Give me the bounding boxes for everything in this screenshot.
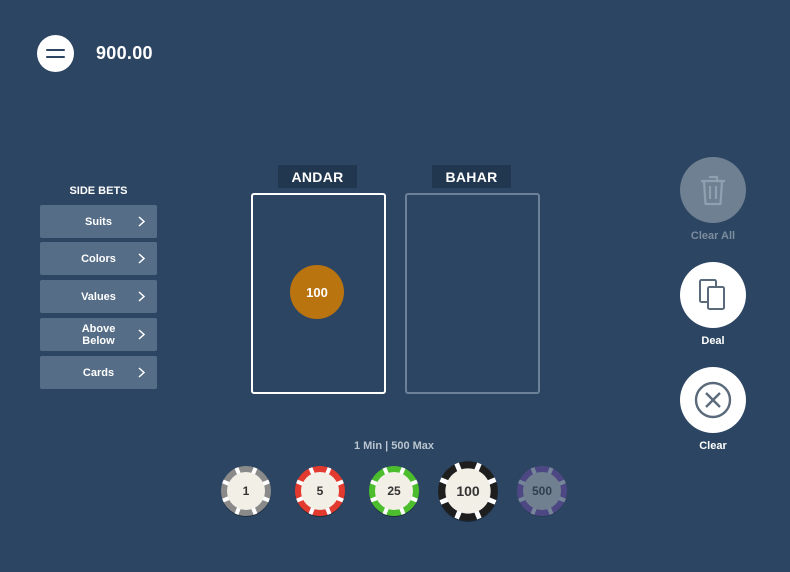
chip-value: 500 [531,484,553,498]
chip-value: 100 [456,483,480,499]
chevron-right-icon [138,253,146,264]
clear-label: Clear [699,440,727,452]
chevron-right-icon [138,216,146,227]
side-bet-suits-button[interactable]: Suits [40,205,157,238]
chip-100-selected[interactable]: 100 [437,460,499,522]
balance-amount: 900.00 [96,43,153,63]
side-bet-above-below-button[interactable]: Above Below [40,318,157,351]
chevron-right-icon [138,367,146,378]
copy-cards-icon [699,279,725,310]
side-bet-values-button[interactable]: Values [40,280,157,313]
clear-all-label: Clear All [690,230,736,242]
menu-button[interactable] [37,35,74,72]
chip-5[interactable]: 5 [294,465,346,517]
deal-button[interactable] [680,262,746,328]
chip-value: 1 [242,484,250,498]
clear-button[interactable] [680,367,746,433]
side-bets-title: SIDE BETS [69,185,128,197]
hamburger-menu-icon-line [46,56,65,58]
chevron-right-icon [138,291,146,302]
bahar-label: BAHAR [432,165,511,188]
bahar-bet-zone[interactable] [405,193,540,394]
side-bet-cards-button[interactable]: Cards [40,356,157,389]
andar-label: ANDAR [278,165,357,188]
hamburger-menu-icon [46,49,65,51]
chevron-right-icon [138,329,146,340]
side-bet-colors-button[interactable]: Colors [40,242,157,275]
chip-1[interactable]: 1 [220,465,272,517]
chip-25[interactable]: 25 [368,465,420,517]
chip-500-disabled[interactable]: 500 [516,465,568,517]
andar-placed-chip: 100 [290,265,344,319]
trash-icon [701,175,725,206]
chip-value: 5 [316,484,324,498]
chip-value: 25 [387,484,401,498]
clear-all-button[interactable] [680,157,746,223]
deal-label: Deal [701,335,725,347]
bet-limits-text: 1 Min | 500 Max [353,440,435,452]
close-circle-icon [694,381,732,419]
